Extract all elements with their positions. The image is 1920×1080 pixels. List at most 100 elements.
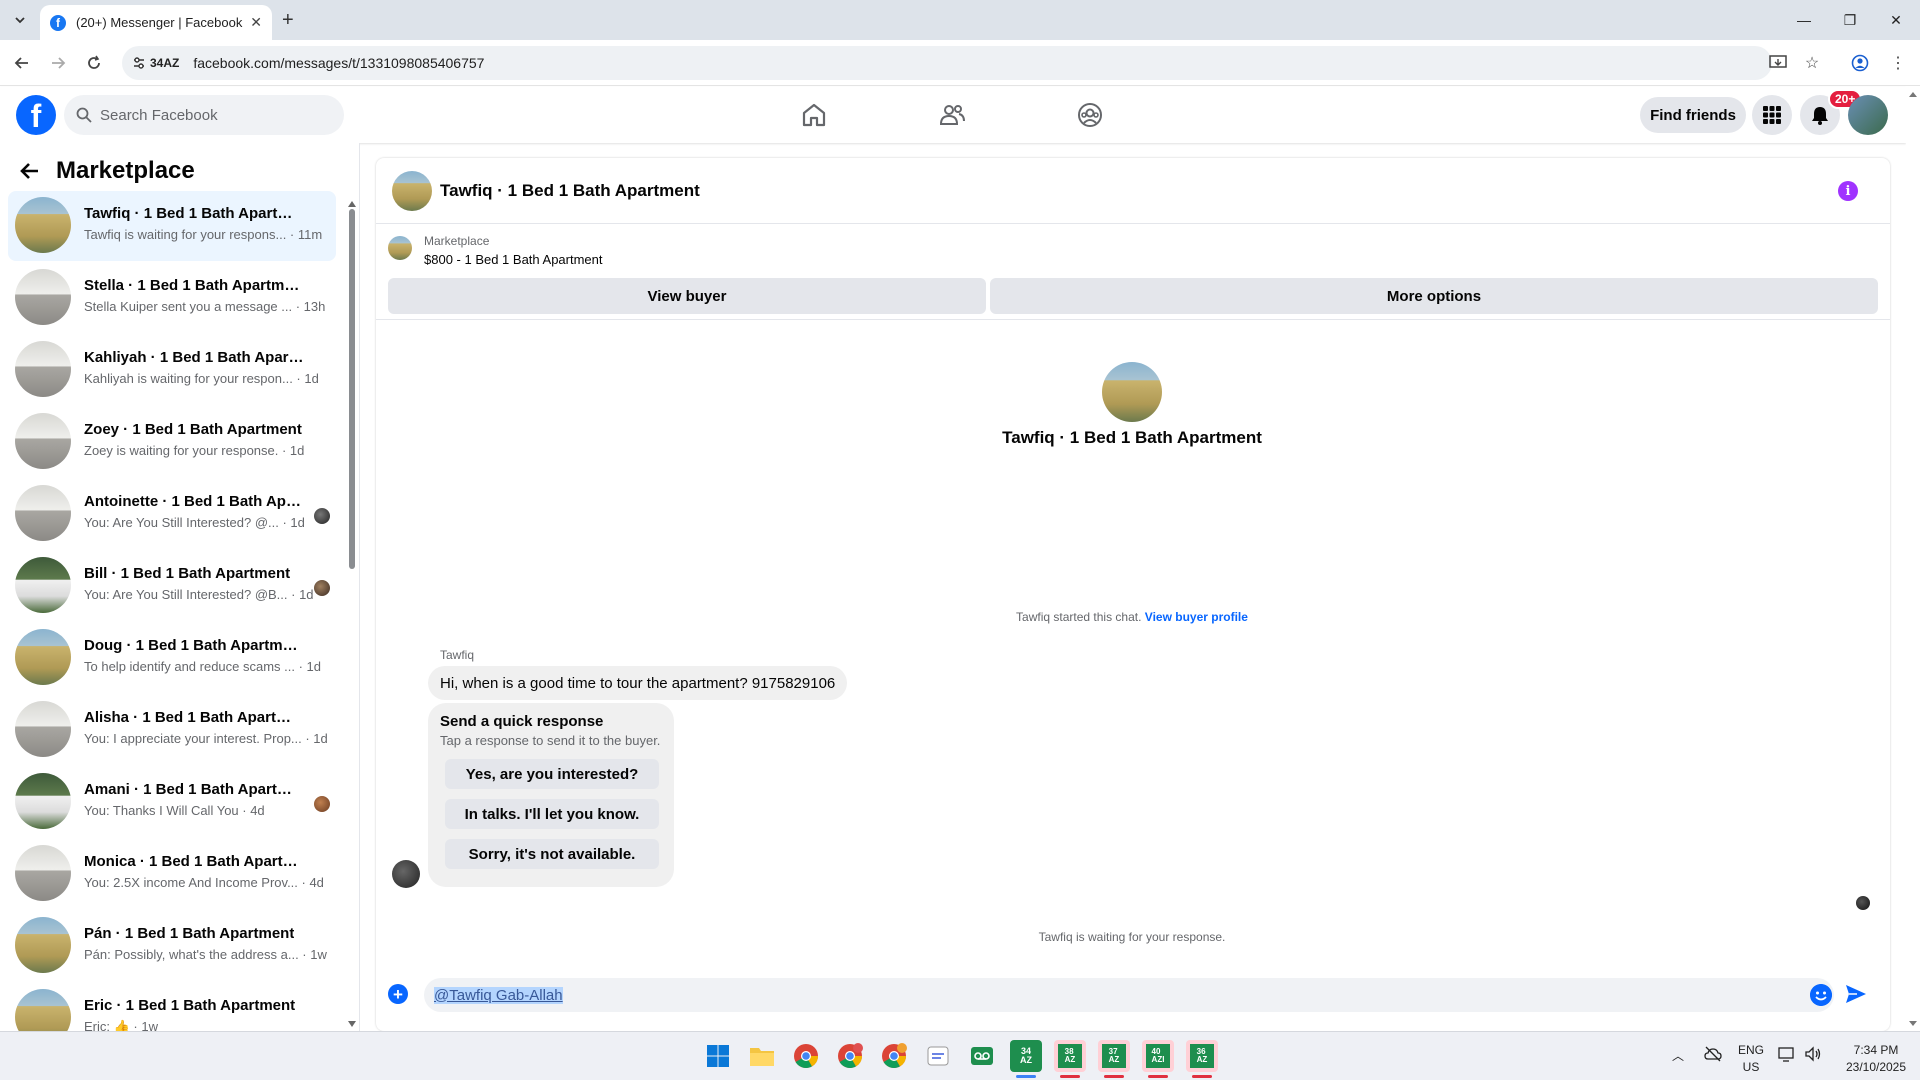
site-settings-icon[interactable] [132,56,146,70]
chrome-profile-b-icon[interactable] [878,1040,910,1072]
volume-icon[interactable] [1804,1046,1822,1067]
tab-title: (20+) Messenger | Facebook [76,15,243,30]
message-input[interactable]: @Tawfiq Gab-Allah [424,978,1834,1012]
cloud-off-icon[interactable] [1704,1046,1722,1067]
conversation-item[interactable]: Alisha · 1 Bed 1 Bath Apartment You: I ap… [8,695,336,765]
clock[interactable]: 7:34 PM 23/10/2025 [1838,1042,1914,1076]
conversation-preview: Tawfiq is waiting for your respons... · … [84,227,323,242]
conversation-item[interactable]: Monica · 1 Bed 1 Bath Apartment You: 2.5X… [8,839,336,909]
minimize-button[interactable]: — [1781,0,1827,40]
message-bubble[interactable]: Hi, when is a good time to tour the apar… [428,666,848,700]
find-friends-button[interactable]: Find friends [1640,97,1746,133]
search-input[interactable]: Search Facebook [64,95,344,135]
send-icon[interactable] [1844,982,1868,1006]
conversation-item[interactable]: Pán · 1 Bed 1 Bath Apartment Pán: Possibl… [8,911,336,981]
sidebar-title: Marketplace [56,157,195,184]
view-buyer-button[interactable]: View buyer [388,278,986,314]
new-tab-button[interactable]: + [282,9,294,32]
conversation-preview: Eric: 👍 · 1w [84,1019,158,1031]
chat-title[interactable]: Tawfiq · 1 Bed 1 Bath Apartment [440,181,700,201]
started-text: Tawfiq started this chat. [1016,610,1142,624]
listing-thumbnail [388,236,412,260]
app-37az[interactable]: 37 AZ [1098,1040,1130,1078]
close-tab-icon[interactable]: ✕ [250,14,262,31]
conversation-item[interactable]: Antoinette · 1 Bed 1 Bath Apar... You: Ar… [8,479,336,549]
bookmark-star-icon[interactable]: ☆ [1800,51,1824,75]
menu-kebab-icon[interactable]: ⋮ [1886,51,1910,75]
chevron-up-icon[interactable]: ︿ [1672,1048,1684,1065]
back-button[interactable] [10,51,34,75]
language-indicator[interactable]: ENG US [1738,1042,1764,1076]
lang-line-2: US [1742,1059,1760,1074]
app-34az[interactable]: 34 AZ [1010,1040,1042,1078]
running-indicator [1192,1075,1212,1078]
grid-menu-icon [1763,106,1781,124]
chat-avatar[interactable] [392,171,432,211]
buyer-profile-avatar[interactable] [1102,362,1162,422]
sidebar-scroll-thumb[interactable] [349,209,355,569]
chrome-icon[interactable] [790,1040,822,1072]
app-40azi[interactable]: 40 AZI [1142,1040,1174,1078]
quick-response-not-available[interactable]: Sorry, it's not available. [445,839,659,869]
account-avatar[interactable] [1848,95,1888,135]
conversation-item[interactable]: Kahliyah · 1 Bed 1 Bath Apartment Kahliya… [8,335,336,405]
conversation-avatar [15,341,71,397]
search-icon [76,107,92,123]
browser-tab-active[interactable]: f (20+) Messenger | Facebook ✕ [40,5,272,40]
install-app-icon[interactable] [1766,51,1790,75]
sidebar-scrollbar[interactable] [348,199,356,1029]
site-chip: 34AZ [150,56,180,70]
conversation-name: Alisha · 1 Bed 1 Bath Apartment [84,709,304,726]
network-icon[interactable] [1778,1046,1796,1067]
chat-started-notice: Tawfiq started this chat. View buyer pro… [376,610,1888,624]
conversation-name: Monica · 1 Bed 1 Bath Apartment [84,853,304,870]
conversation-item[interactable]: Stella · 1 Bed 1 Bath Apartment Stella Ku… [8,263,336,333]
conversation-name: Bill · 1 Bed 1 Bath Apartment [84,565,291,582]
home-icon[interactable] [800,101,828,129]
info-icon[interactable]: i [1838,181,1858,201]
quick-response-card: Send a quick response Tap a response to … [428,703,674,887]
message-composer: + @Tawfiq Gab-Allah [376,966,1890,1026]
marketplace-listing-bar: Marketplace $800 - 1 Bed 1 Bath Apartmen… [376,224,1890,320]
windows-start-icon[interactable] [702,1040,734,1072]
tab-search-button[interactable] [8,8,32,32]
conversation-item[interactable]: Zoey · 1 Bed 1 Bath Apartment Zoey is wai… [8,407,336,477]
app-38az[interactable]: 38 AZ [1054,1040,1086,1078]
conversation-item[interactable]: Tawfiq · 1 Bed 1 Bath Apartment Tawfiq is… [8,191,336,261]
voice-app-icon[interactable] [966,1040,998,1072]
app-36az-label: 36 AZ [1190,1044,1214,1068]
profile-icon[interactable] [1848,51,1872,75]
notes-app-icon[interactable] [922,1040,954,1072]
restore-button[interactable]: ❐ [1827,0,1873,40]
page-scrollbar[interactable] [1906,87,1920,1031]
emoji-icon[interactable] [1810,984,1832,1006]
conversation-avatar [15,269,71,325]
more-options-button[interactable]: More options [990,278,1878,314]
quick-response-in-talks[interactable]: In talks. I'll let you know. [445,799,659,829]
forward-button[interactable] [46,51,70,75]
conversation-preview: Stella Kuiper sent you a message ... · 1… [84,299,326,314]
reload-button[interactable] [82,51,106,75]
quick-response-yes[interactable]: Yes, are you interested? [445,759,659,789]
conversation-preview: Kahliyah is waiting for your respon... ·… [84,371,319,386]
app-37az-label: 37 AZ [1102,1044,1126,1068]
close-window-button[interactable]: ✕ [1873,0,1919,40]
chrome-profile-a-icon[interactable] [834,1040,866,1072]
conversation-item[interactable]: Bill · 1 Bed 1 Bath Apartment You: Are Yo… [8,551,336,621]
conversation-item[interactable]: Amani · 1 Bed 1 Bath Apartment You: Thank… [8,767,336,837]
running-indicator [1148,1075,1168,1078]
conversation-item[interactable]: Eric · 1 Bed 1 Bath Apartment Eric: 👍 · 1… [8,983,336,1031]
view-buyer-profile-link[interactable]: View buyer profile [1145,610,1248,624]
groups-icon[interactable] [1076,101,1104,129]
listing-title[interactable]: $800 - 1 Bed 1 Bath Apartment [424,252,603,267]
back-arrow-icon[interactable] [20,161,40,187]
menu-button[interactable] [1752,95,1792,135]
address-bar[interactable]: 34AZ facebook.com/messages/t/13310980854… [122,46,1772,80]
conversation-item[interactable]: Doug · 1 Bed 1 Bath Apartment To help ide… [8,623,336,693]
file-explorer-icon[interactable] [746,1040,778,1072]
conversation-name: Pán · 1 Bed 1 Bath Apartment [84,925,295,942]
facebook-logo[interactable]: f [16,95,56,135]
app-36az[interactable]: 36 AZ [1186,1040,1218,1078]
plus-icon[interactable]: + [388,984,408,1004]
friends-icon[interactable] [938,101,966,129]
